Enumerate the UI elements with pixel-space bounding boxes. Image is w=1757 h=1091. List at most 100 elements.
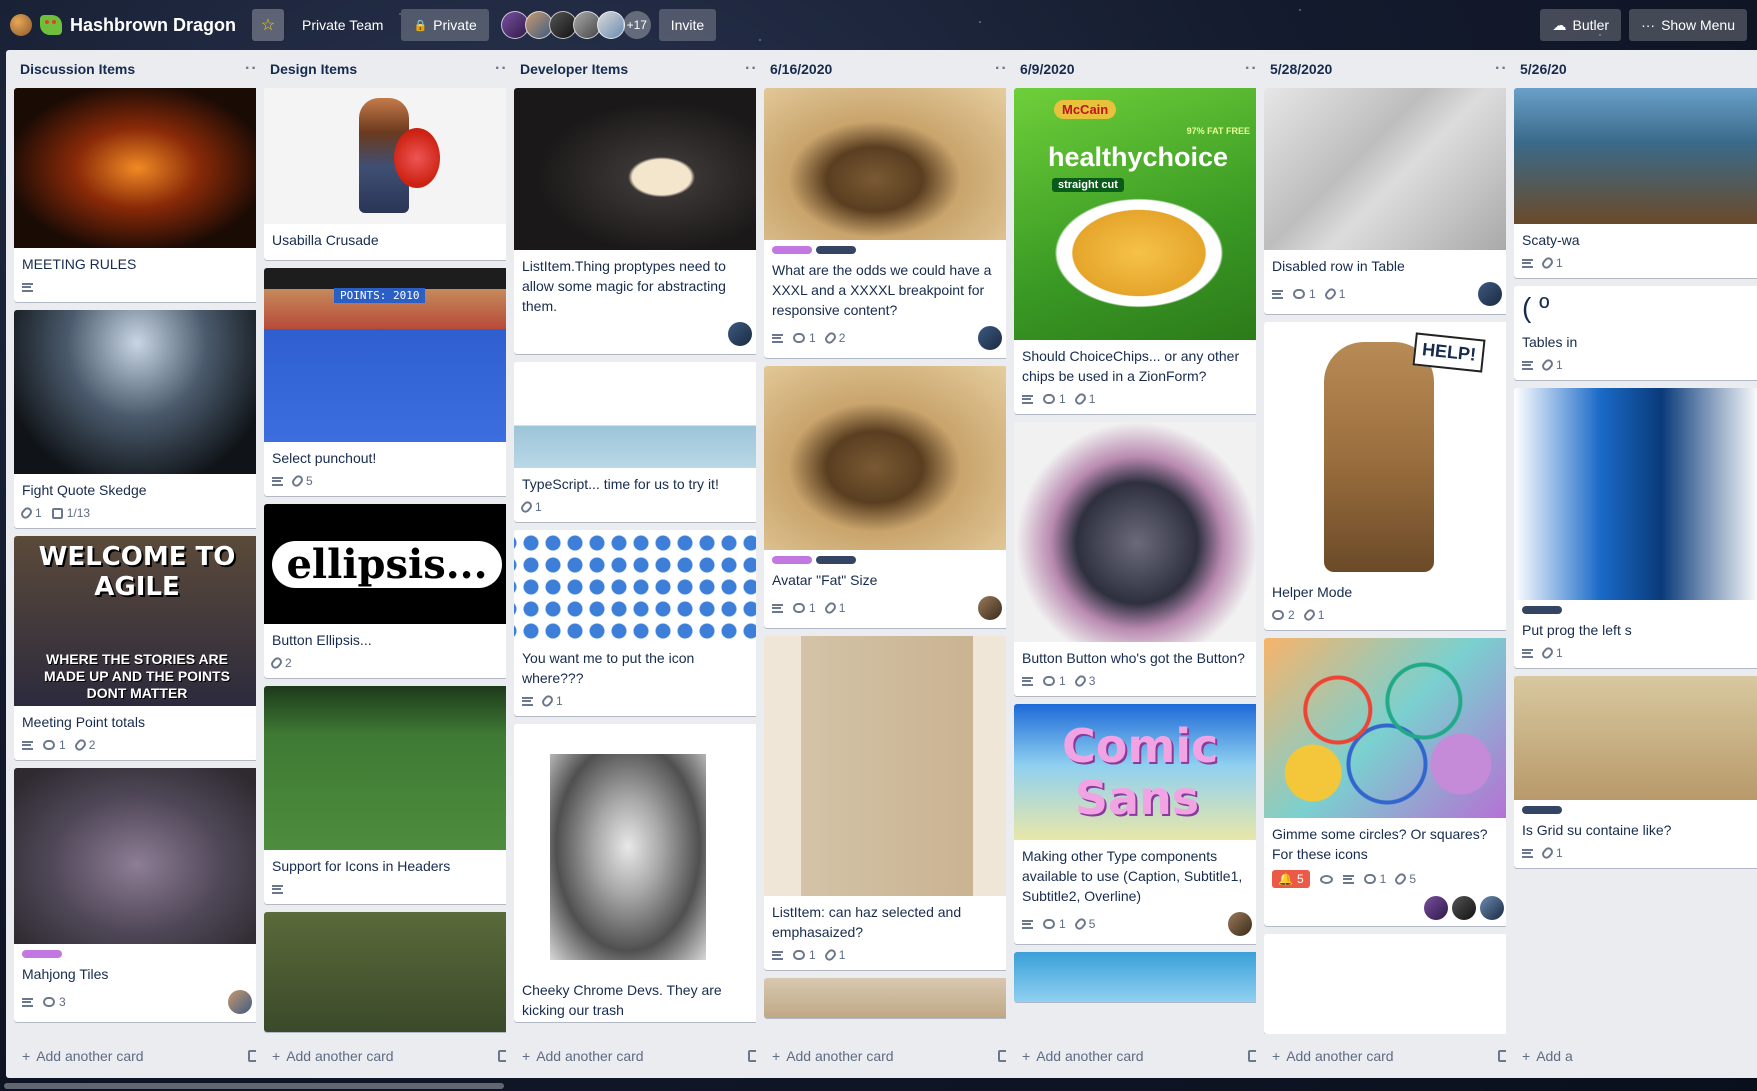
card[interactable]: Put prog the left s 1 (1514, 388, 1757, 668)
member-avatars[interactable]: +17 (497, 11, 651, 39)
list-title[interactable]: 6/9/2020 (1020, 61, 1075, 77)
member-avatar[interactable] (1228, 912, 1252, 936)
attachment-icon (519, 499, 534, 515)
comment-icon (793, 333, 805, 343)
add-card-button[interactable]: + Add another card (514, 1042, 768, 1070)
card[interactable]: Usabilla Crusade (264, 88, 510, 260)
comment-icon (1293, 289, 1305, 299)
card[interactable]: Mahjong Tiles 3 (14, 768, 260, 1022)
card-cover-child-photo (514, 724, 760, 974)
add-card-button[interactable]: + Add another card (764, 1042, 1018, 1070)
comment-icon (1043, 919, 1055, 929)
member-avatar[interactable] (978, 326, 1002, 350)
label-purple[interactable] (22, 950, 62, 958)
card-title: Meeting Point totals (22, 714, 145, 730)
list-title[interactable]: Discussion Items (20, 61, 135, 77)
butler-button[interactable]: ☁ Butler (1540, 9, 1622, 41)
card[interactable]: You want me to put the icon where??? 1 (514, 530, 760, 716)
card[interactable]: Gimme some circles? Or squares? For thes… (1264, 638, 1510, 926)
horizontal-scrollbar[interactable] (4, 1083, 504, 1089)
avatar[interactable] (596, 11, 625, 39)
card[interactable]: HELP! Helper Mode 2 1 (1264, 322, 1510, 630)
member-avatar[interactable] (1452, 896, 1476, 920)
list-title[interactable]: 5/28/2020 (1270, 61, 1332, 77)
list-6-9-2020: 6/9/2020 ··· McCain 97% FAT FREE healthyc… (1006, 50, 1276, 1078)
add-card-button[interactable]: + Add another card (1014, 1042, 1268, 1070)
card[interactable] (764, 978, 1010, 1018)
invite-button[interactable]: Invite (658, 9, 717, 41)
card[interactable]: Avatar "Fat" Size 1 1 (764, 366, 1010, 628)
card[interactable]: Disabled row in Table 1 1 (1264, 88, 1510, 314)
label-navy[interactable] (1522, 806, 1562, 814)
member-count[interactable]: +17 (622, 11, 651, 39)
add-card-button[interactable]: + Add another card (14, 1042, 268, 1070)
card-title: Scaty-wa (1522, 232, 1580, 248)
card[interactable]: ( º Tables in 1 (1514, 286, 1757, 380)
label-purple[interactable] (772, 556, 812, 564)
card-title: Support for Icons in Headers (272, 858, 451, 874)
team-button[interactable]: Private Team (292, 9, 393, 41)
list-design-items: Design Items ··· Usabilla Crusade POINTS:… (256, 50, 526, 1078)
label-navy[interactable] (1522, 606, 1562, 614)
card[interactable]: POINTS: 2010 Select punchout! 5 (264, 268, 510, 496)
member-avatar[interactable] (1478, 282, 1502, 306)
card-title: Is Grid su containe like? (1522, 822, 1672, 838)
comment-count: 1 (1059, 917, 1066, 931)
member-avatar[interactable] (1480, 896, 1504, 920)
card[interactable]: ellipsis... Button Ellipsis... 2 (264, 504, 510, 678)
card[interactable] (1264, 934, 1510, 1034)
label-purple[interactable] (772, 246, 812, 254)
card-title: Put prog the left s (1522, 622, 1632, 638)
card-cover-knight (264, 88, 510, 224)
member-avatar[interactable] (1424, 896, 1448, 920)
add-card-button[interactable]: + Add a (1514, 1042, 1757, 1070)
description-icon (22, 997, 33, 1007)
card[interactable] (1014, 952, 1260, 1002)
comment-count: 1 (809, 948, 816, 962)
card[interactable] (264, 912, 510, 1032)
card-cover-sand (764, 978, 1010, 1018)
card[interactable]: WELCOME TO AGILE WHERE THE STORIES ARE M… (14, 536, 260, 760)
card[interactable]: Comic Sans Making other Type components … (1014, 704, 1260, 944)
board-title[interactable]: Hashbrown Dragon (70, 15, 236, 36)
card[interactable]: Scaty-wa 1 (1514, 88, 1757, 278)
list-title[interactable]: Developer Items (520, 61, 628, 77)
list-title[interactable]: 6/16/2020 (770, 61, 832, 77)
card-title: Cheeky Chrome Devs. They are kicking our… (522, 982, 722, 1018)
description-icon (22, 282, 33, 292)
card[interactable]: ListItem: can haz selected and emphasaiz… (764, 636, 1010, 970)
card[interactable]: What are the odds we could have a XXXL a… (764, 88, 1010, 358)
card[interactable]: ListItem.Thing proptypes need to allow s… (514, 88, 760, 354)
description-icon (772, 333, 783, 343)
card-cover-sky (1014, 952, 1260, 1002)
plus-icon: + (272, 1048, 281, 1064)
add-card-button[interactable]: + Add another card (264, 1042, 518, 1070)
card[interactable]: Button Button who's got the Button? 1 3 (1014, 422, 1260, 696)
star-button[interactable]: ☆ (252, 9, 285, 41)
label-navy[interactable] (816, 246, 856, 254)
member-avatar[interactable] (228, 990, 252, 1014)
member-avatar[interactable] (978, 596, 1002, 620)
attachment-icon (1072, 916, 1088, 932)
visibility-button[interactable]: 🔒 Private (401, 9, 489, 41)
add-card-button[interactable]: + Add another card (1264, 1042, 1518, 1070)
card[interactable]: McCain 97% FAT FREE healthychoice straig… (1014, 88, 1260, 414)
meme-bottom-text: WHERE THE STORIES ARE MADE UP AND THE PO… (44, 651, 230, 701)
card[interactable]: Cheeky Chrome Devs. They are kicking our… (514, 724, 760, 1022)
card[interactable]: Support for Icons in Headers (264, 686, 510, 904)
list-title[interactable]: 5/26/20 (1520, 61, 1567, 77)
comment-count: 1 (1059, 392, 1066, 406)
card-title: ListItem.Thing proptypes need to allow s… (522, 258, 726, 314)
card[interactable]: MEETING RULES (14, 88, 260, 302)
notification-badge[interactable]: 🔔 5 (1272, 870, 1310, 888)
member-avatar[interactable] (728, 322, 752, 346)
show-menu-button[interactable]: ··· Show Menu (1629, 9, 1747, 41)
card-cover-parenthesis: ( º (1522, 292, 1550, 323)
bell-icon: 🔔 (1278, 872, 1293, 886)
label-navy[interactable] (816, 556, 856, 564)
star-icon: ☆ (260, 17, 276, 34)
card[interactable]: Fight Quote Skedge 1 1/13 (14, 310, 260, 528)
card[interactable]: Is Grid su containe like? 1 (1514, 676, 1757, 868)
card[interactable]: TypeScript... time for us to try it! 1 (514, 362, 760, 522)
list-title[interactable]: Design Items (270, 61, 357, 77)
